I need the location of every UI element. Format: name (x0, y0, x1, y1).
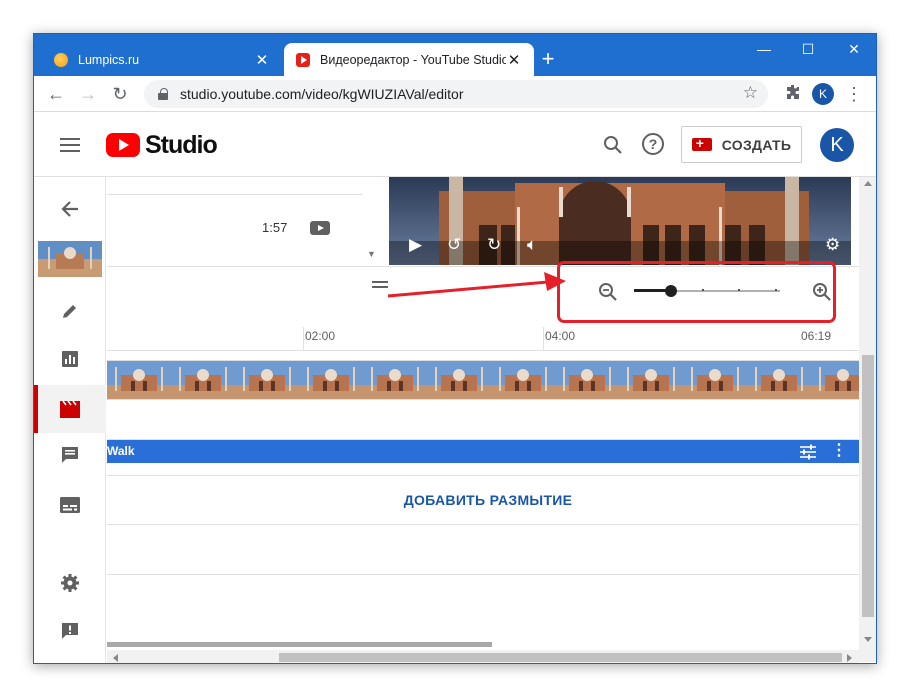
filmstrip-frame (363, 361, 427, 399)
extensions-puzzle-icon[interactable] (782, 83, 804, 105)
ruler-line (303, 327, 304, 351)
filmstrip-frame (491, 361, 555, 399)
address-bar[interactable]: studio.youtube.com/video/kgWIUZIAVal/edi… (144, 80, 768, 108)
tab-close-icon[interactable]: ✕ (506, 51, 522, 69)
tab-title: Видеоредактор - YouTube Studio (320, 52, 506, 67)
browser-profile-avatar[interactable]: K (812, 83, 834, 105)
youtube-favicon-icon (296, 52, 310, 67)
forward-10-icon[interactable]: ↻ (487, 235, 501, 255)
pencil-icon[interactable] (58, 299, 82, 323)
filmstrip-frame (555, 361, 619, 399)
vertical-scrollbar[interactable] (859, 177, 876, 662)
video-list-pane: 1:57 ▼ (107, 177, 377, 267)
scroll-up-arrow-icon[interactable] (864, 181, 872, 186)
comment-icon[interactable] (58, 443, 82, 467)
youtube-logo-icon (106, 133, 140, 157)
filmstrip-frame (107, 361, 171, 399)
filmstrip-frame (683, 361, 747, 399)
scrollbar-thumb[interactable] (279, 653, 842, 662)
browser-forward-icon[interactable]: → (76, 82, 100, 106)
youtube-play-icon[interactable] (310, 221, 330, 235)
tab-title: Lumpics.ru (78, 52, 140, 67)
rewind-10-icon[interactable]: ↺ (447, 235, 461, 255)
panel-resize-handle-icon[interactable] (372, 281, 388, 289)
studio-header: Studio ? СОЗДАТЬ K (34, 113, 876, 177)
url-text: studio.youtube.com/video/kgWIUZIAVal/edi… (180, 86, 464, 102)
ruler-tick-label: 02:00 (305, 329, 336, 343)
gear-icon[interactable] (58, 571, 82, 595)
gear-icon[interactable]: ⚙ (825, 235, 840, 255)
logo-text: Studio (145, 130, 218, 159)
reload-icon[interactable]: ↻ (108, 82, 132, 106)
track-row (107, 400, 859, 440)
filmstrip-frame (171, 361, 235, 399)
filmstrip-frame (811, 361, 859, 399)
blur-row: ДОБАВИТЬ РАЗМЫТИЕ (107, 475, 859, 525)
maximize-icon[interactable]: ☐ (785, 34, 831, 64)
lumpics-favicon-icon (54, 52, 68, 67)
hamburger-menu-icon[interactable] (60, 138, 80, 152)
audio-track[interactable]: Walk ⋮ (107, 440, 859, 463)
more-vert-icon[interactable]: ⋮ (831, 442, 847, 460)
audio-settings-sliders-icon[interactable] (799, 444, 817, 460)
list-row (107, 177, 362, 195)
bar-chart-icon[interactable] (58, 347, 82, 371)
tab-lumpics[interactable]: Lumpics.ru ✕ (42, 43, 282, 76)
create-video-icon (691, 135, 712, 151)
play-icon[interactable]: ▶ (409, 235, 422, 255)
feedback-icon[interactable] (58, 619, 82, 643)
track-row (107, 525, 859, 575)
window-close-icon[interactable]: ✕ (831, 34, 876, 64)
editor-main: 1:57 ▼ ▶ ↺ ↻ 🔈︎ ⚙ 02:00 04:00 06:19 Walk… (107, 177, 876, 663)
video-duration: 1:57 (262, 220, 288, 235)
create-button-label: СОЗДАТЬ (721, 136, 792, 153)
new-tab-plus-icon[interactable]: + (534, 45, 562, 73)
scroll-down-arrow-icon[interactable]: ▼ (367, 249, 376, 259)
left-sidebar (34, 177, 106, 663)
help-icon[interactable]: ? (642, 133, 664, 155)
tab-bar: Lumpics.ru ✕ Видеоредактор - YouTube Stu… (34, 34, 876, 76)
avatar[interactable]: K (820, 128, 854, 162)
bookmark-star-icon[interactable]: ☆ (743, 83, 758, 103)
page-horizontal-scrollbar[interactable] (107, 650, 859, 663)
ruler-line (543, 327, 544, 351)
tab-youtube-studio[interactable]: Видеоредактор - YouTube Studio ✕ (284, 43, 534, 76)
tab-close-icon[interactable]: ✕ (254, 51, 270, 69)
create-button[interactable]: СОЗДАТЬ (681, 126, 802, 163)
browser-window: Lumpics.ru ✕ Видеоредактор - YouTube Stu… (33, 33, 877, 664)
clapperboard-icon[interactable] (58, 397, 82, 421)
editor-top-panel: 1:57 ▼ ▶ ↺ ↻ 🔈︎ ⚙ (107, 177, 862, 267)
scroll-down-arrow-icon[interactable] (864, 637, 872, 642)
sidebar-video-thumbnail[interactable] (38, 241, 102, 277)
volume-icon[interactable]: 🔈︎ (527, 235, 537, 255)
subtitles-icon[interactable] (58, 493, 82, 517)
search-icon[interactable] (602, 134, 624, 156)
scrollbar-thumb[interactable] (862, 355, 874, 617)
arrow-left-icon[interactable] (58, 197, 82, 221)
filmstrip-frame (619, 361, 683, 399)
scroll-left-arrow-icon[interactable] (113, 654, 118, 662)
youtube-studio-logo[interactable]: Studio (106, 130, 218, 159)
minimize-icon[interactable]: — (741, 34, 787, 64)
annotation-highlight-box (557, 261, 836, 323)
screenshot-stage: Lumpics.ru ✕ Видеоредактор - YouTube Stu… (0, 0, 910, 697)
filmstrip-frame (299, 361, 363, 399)
add-blur-button[interactable]: ДОБАВИТЬ РАЗМЫТИЕ (404, 492, 573, 508)
filmstrip-frame (235, 361, 299, 399)
timeline-horizontal-scrollbar[interactable] (107, 642, 492, 647)
filmstrip-frame (747, 361, 811, 399)
audio-track-label: Walk (107, 444, 135, 458)
ruler-tick-label: 06:19 (801, 329, 832, 343)
ruler-tick-label: 04:00 (545, 329, 576, 343)
browser-menu-icon[interactable]: ⋮ (844, 82, 864, 106)
timeline-ruler: 02:00 04:00 06:19 (107, 327, 859, 351)
video-filmstrip[interactable] (107, 360, 859, 400)
filmstrip-frame (427, 361, 491, 399)
scroll-right-arrow-icon[interactable] (847, 654, 852, 662)
browser-toolbar: ← → ↻ studio.youtube.com/video/kgWIUZIAV… (34, 76, 876, 112)
lock-icon (158, 88, 168, 100)
browser-back-icon[interactable]: ← (44, 82, 68, 106)
video-preview[interactable]: ▶ ↺ ↻ 🔈︎ ⚙ (389, 177, 851, 265)
